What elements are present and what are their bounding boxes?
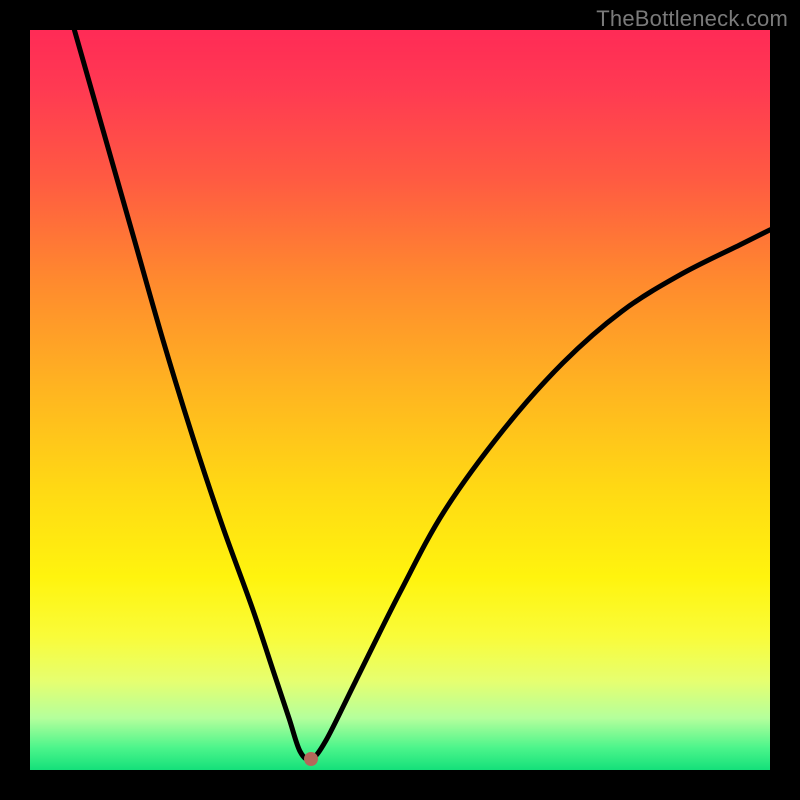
optimal-point-marker xyxy=(304,752,318,766)
bottleneck-curve xyxy=(30,30,770,770)
plot-area xyxy=(30,30,770,770)
curve-path xyxy=(74,30,770,759)
watermark-text: TheBottleneck.com xyxy=(596,6,788,32)
chart-frame: TheBottleneck.com xyxy=(0,0,800,800)
